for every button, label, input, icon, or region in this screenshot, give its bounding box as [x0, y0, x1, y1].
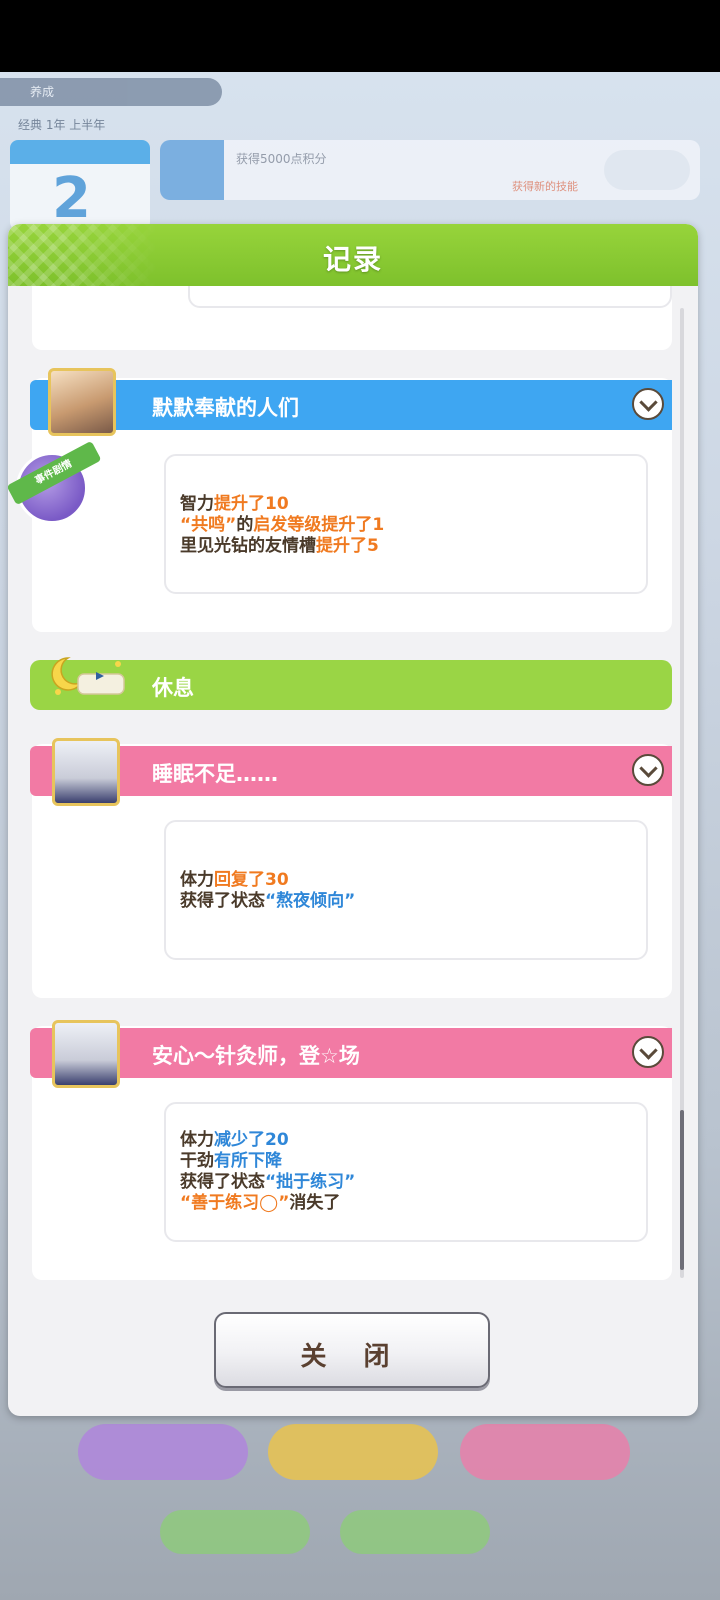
event-1-line-2: “共鸣”的启发等级提升了1	[180, 515, 385, 535]
event-3-line-3: 获得了状态“拙于练习”	[180, 1172, 356, 1192]
bg-calendar-day: 2	[52, 166, 91, 231]
event-bar-1[interactable]: 默默奉献的人们	[30, 380, 672, 430]
bg-period-label: 经典 1年 上半年	[18, 118, 106, 132]
bg-pill-purple	[78, 1424, 248, 1480]
event-title-1: 默默奉献的人们	[152, 396, 299, 420]
status-bar-area	[0, 0, 720, 72]
event-3-detail-box: 体力减少了20 干劲有所下降 获得了状态“拙于练习” “善于练习◯”消失了	[164, 1102, 648, 1242]
bg-pill-pink	[460, 1424, 630, 1480]
bg-info-card-tab	[160, 140, 224, 200]
chevron-down-icon[interactable]	[632, 754, 664, 786]
bg-calendar-header	[10, 140, 150, 164]
close-button-label: 关 闭	[300, 1342, 404, 1372]
event-1-line-3: 里见光钻的友情槽提升了5	[180, 536, 379, 556]
scrollbar-thumb[interactable]	[680, 1110, 684, 1270]
event-title-rest: 休息	[152, 676, 194, 700]
event-2-lines: 体力回复了30 获得了状态“熬夜倾向”	[180, 870, 355, 912]
bg-mode-label: 养成	[30, 85, 55, 99]
bg-pill-yellow	[268, 1424, 438, 1480]
event-3-line-1: 体力减少了20	[180, 1130, 289, 1150]
event-2-line-2: 获得了状态“熬夜倾向”	[180, 891, 356, 911]
partial-inner-box	[188, 286, 672, 308]
event-bar-3[interactable]: 安心～针灸师，登☆场	[30, 1028, 672, 1078]
bg-bottom-button-left	[160, 1510, 310, 1554]
event-3-line-2: 干劲有所下降	[180, 1151, 282, 1171]
bg-info-card-note: 获得新的技能	[512, 180, 578, 193]
dialog-title: 记录	[322, 243, 383, 276]
event-2-line-1: 体力回复了30	[180, 870, 289, 890]
event-1-line-1: 智力提升了10	[180, 494, 289, 514]
character-portrait-grey-hair	[52, 738, 120, 806]
event-3-line-4: “善于练习◯”消失了	[180, 1193, 341, 1213]
event-1-lines: 智力提升了10 “共鸣”的启发等级提升了1 里见光钻的友情槽提升了5	[180, 494, 384, 557]
character-portrait-brown-hair	[48, 368, 116, 436]
bg-info-card-button	[604, 150, 690, 190]
event-3-lines: 体力减少了20 干劲有所下降 获得了状态“拙于练习” “善于练习◯”消失了	[180, 1130, 355, 1214]
record-card-partial	[32, 286, 672, 350]
event-bar-2[interactable]: 睡眠不足……	[30, 746, 672, 796]
bg-bottom-button-right	[340, 1510, 490, 1554]
bg-info-card-text: 获得5000点积分	[236, 152, 327, 166]
record-list[interactable]: 默默奉献的人们 事件剧情 智力提升了10 “共鸣”的启发等级提升了1 里见光钻的…	[8, 286, 698, 1286]
character-portrait-grey-hair	[52, 1020, 120, 1088]
bg-mode-bar: 养成	[0, 78, 222, 106]
event-title-2: 睡眠不足……	[152, 762, 278, 786]
event-title-3: 安心～针灸师，登☆场	[152, 1044, 360, 1068]
dialog-header: 记录	[8, 224, 698, 286]
chevron-down-icon[interactable]	[632, 1036, 664, 1068]
close-button[interactable]: 关 闭	[214, 1312, 490, 1388]
record-dialog: 记录 默默奉献的人们 事件剧情 智力提升了10 “共鸣”的启发等级提升了1 里见…	[8, 224, 698, 1416]
rest-moon-icon	[51, 657, 125, 695]
event-1-detail-box: 智力提升了10 “共鸣”的启发等级提升了1 里见光钻的友情槽提升了5	[164, 454, 648, 594]
chevron-down-icon[interactable]	[632, 388, 664, 420]
event-2-detail-box: 体力回复了30 获得了状态“熬夜倾向”	[164, 820, 648, 960]
